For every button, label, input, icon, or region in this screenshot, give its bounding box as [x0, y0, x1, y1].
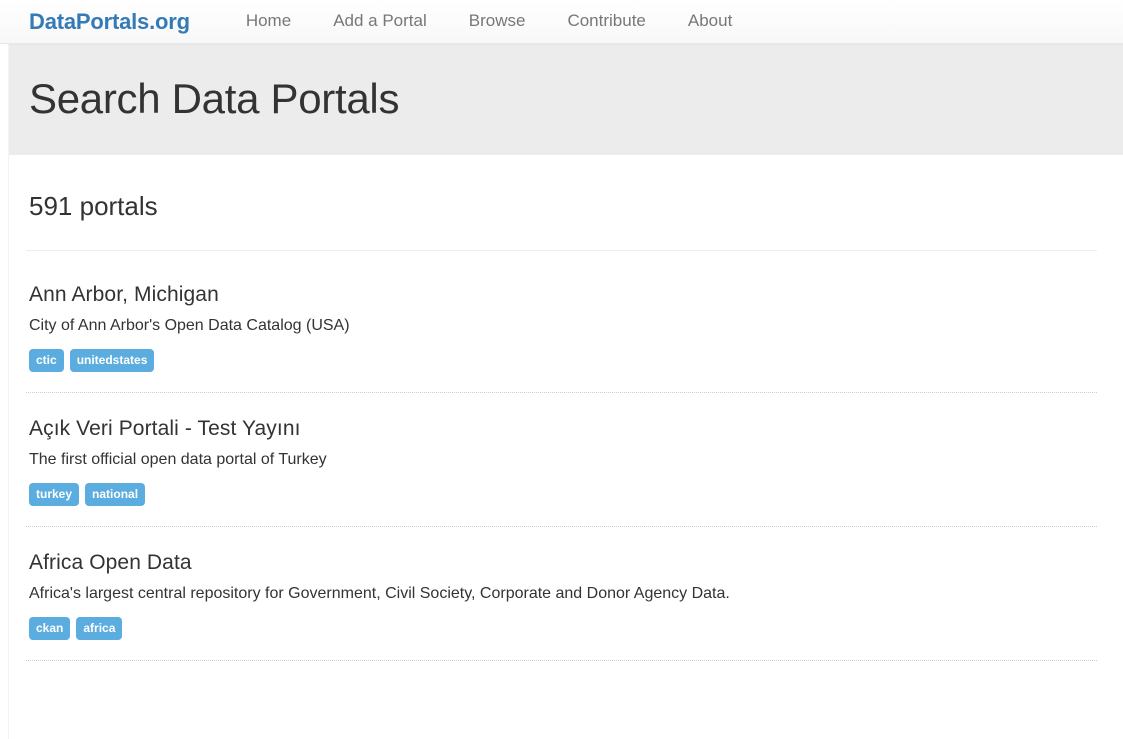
- nav-link-about[interactable]: About: [667, 7, 753, 35]
- list-item[interactable]: Africa Open Data Africa's largest centra…: [26, 527, 1097, 661]
- portal-title[interactable]: Açık Veri Portali - Test Yayını: [29, 416, 1094, 442]
- primary-nav: Home Add a Portal Browse Contribute Abou…: [225, 7, 753, 35]
- main-navbar: DataPortals.org Home Add a Portal Browse…: [0, 0, 1123, 44]
- portal-title[interactable]: Ann Arbor, Michigan: [29, 282, 1094, 308]
- page-root: DataPortals.org Home Add a Portal Browse…: [0, 0, 1123, 739]
- tag-link[interactable]: national: [85, 482, 146, 506]
- portal-tag-list: turkey national: [29, 482, 1094, 506]
- portal-tag: ckan: [29, 616, 71, 640]
- portal-title[interactable]: Africa Open Data: [29, 550, 1094, 576]
- tag-link[interactable]: africa: [76, 616, 123, 640]
- nav-item-home: Home: [225, 7, 312, 35]
- nav-item-add-a-portal: Add a Portal: [312, 7, 448, 35]
- portal-description: Africa's largest central repository for …: [29, 585, 730, 603]
- portal-description: The first official open data portal of T…: [29, 451, 327, 469]
- portal-tag-list: ckan africa: [29, 616, 1094, 640]
- nav-link-add-a-portal[interactable]: Add a Portal: [312, 7, 448, 35]
- nav-item-browse: Browse: [448, 7, 547, 35]
- list-item[interactable]: Ann Arbor, Michigan City of Ann Arbor's …: [26, 259, 1097, 394]
- nav-link-home[interactable]: Home: [225, 7, 312, 35]
- portal-tag: ctic: [29, 349, 64, 373]
- nav-link-browse[interactable]: Browse: [448, 7, 547, 35]
- tag-link[interactable]: turkey: [29, 482, 80, 506]
- nav-item-about: About: [667, 7, 753, 35]
- hero-banner: Search Data Portals: [9, 44, 1123, 155]
- portal-tag: national: [85, 482, 146, 506]
- list-item[interactable]: Açık Veri Portali - Test Yayını The firs…: [26, 393, 1097, 527]
- portal-tag: turkey: [29, 482, 80, 506]
- page-title: Search Data Portals: [29, 75, 400, 123]
- portal-tag: unitedstates: [69, 349, 155, 373]
- results-count-label: 591 portals: [29, 191, 158, 221]
- tag-link[interactable]: ckan: [29, 616, 71, 640]
- portal-results-list: Ann Arbor, Michigan City of Ann Arbor's …: [26, 259, 1097, 661]
- brand-logo-link[interactable]: DataPortals.org: [29, 10, 190, 33]
- portal-tag-list: ctic unitedstates: [29, 349, 1094, 373]
- results-count-divider: [26, 250, 1097, 252]
- tag-link[interactable]: ctic: [29, 349, 64, 373]
- page-left-edge: [0, 0, 9, 739]
- portal-tag: africa: [76, 616, 123, 640]
- portal-description: City of Ann Arbor's Open Data Catalog (U…: [29, 317, 350, 335]
- nav-item-contribute: Contribute: [546, 7, 666, 35]
- results-container: 591 portals Ann Arbor, Michigan City of …: [0, 155, 1123, 661]
- nav-link-contribute[interactable]: Contribute: [546, 7, 666, 35]
- tag-link[interactable]: unitedstates: [69, 349, 155, 373]
